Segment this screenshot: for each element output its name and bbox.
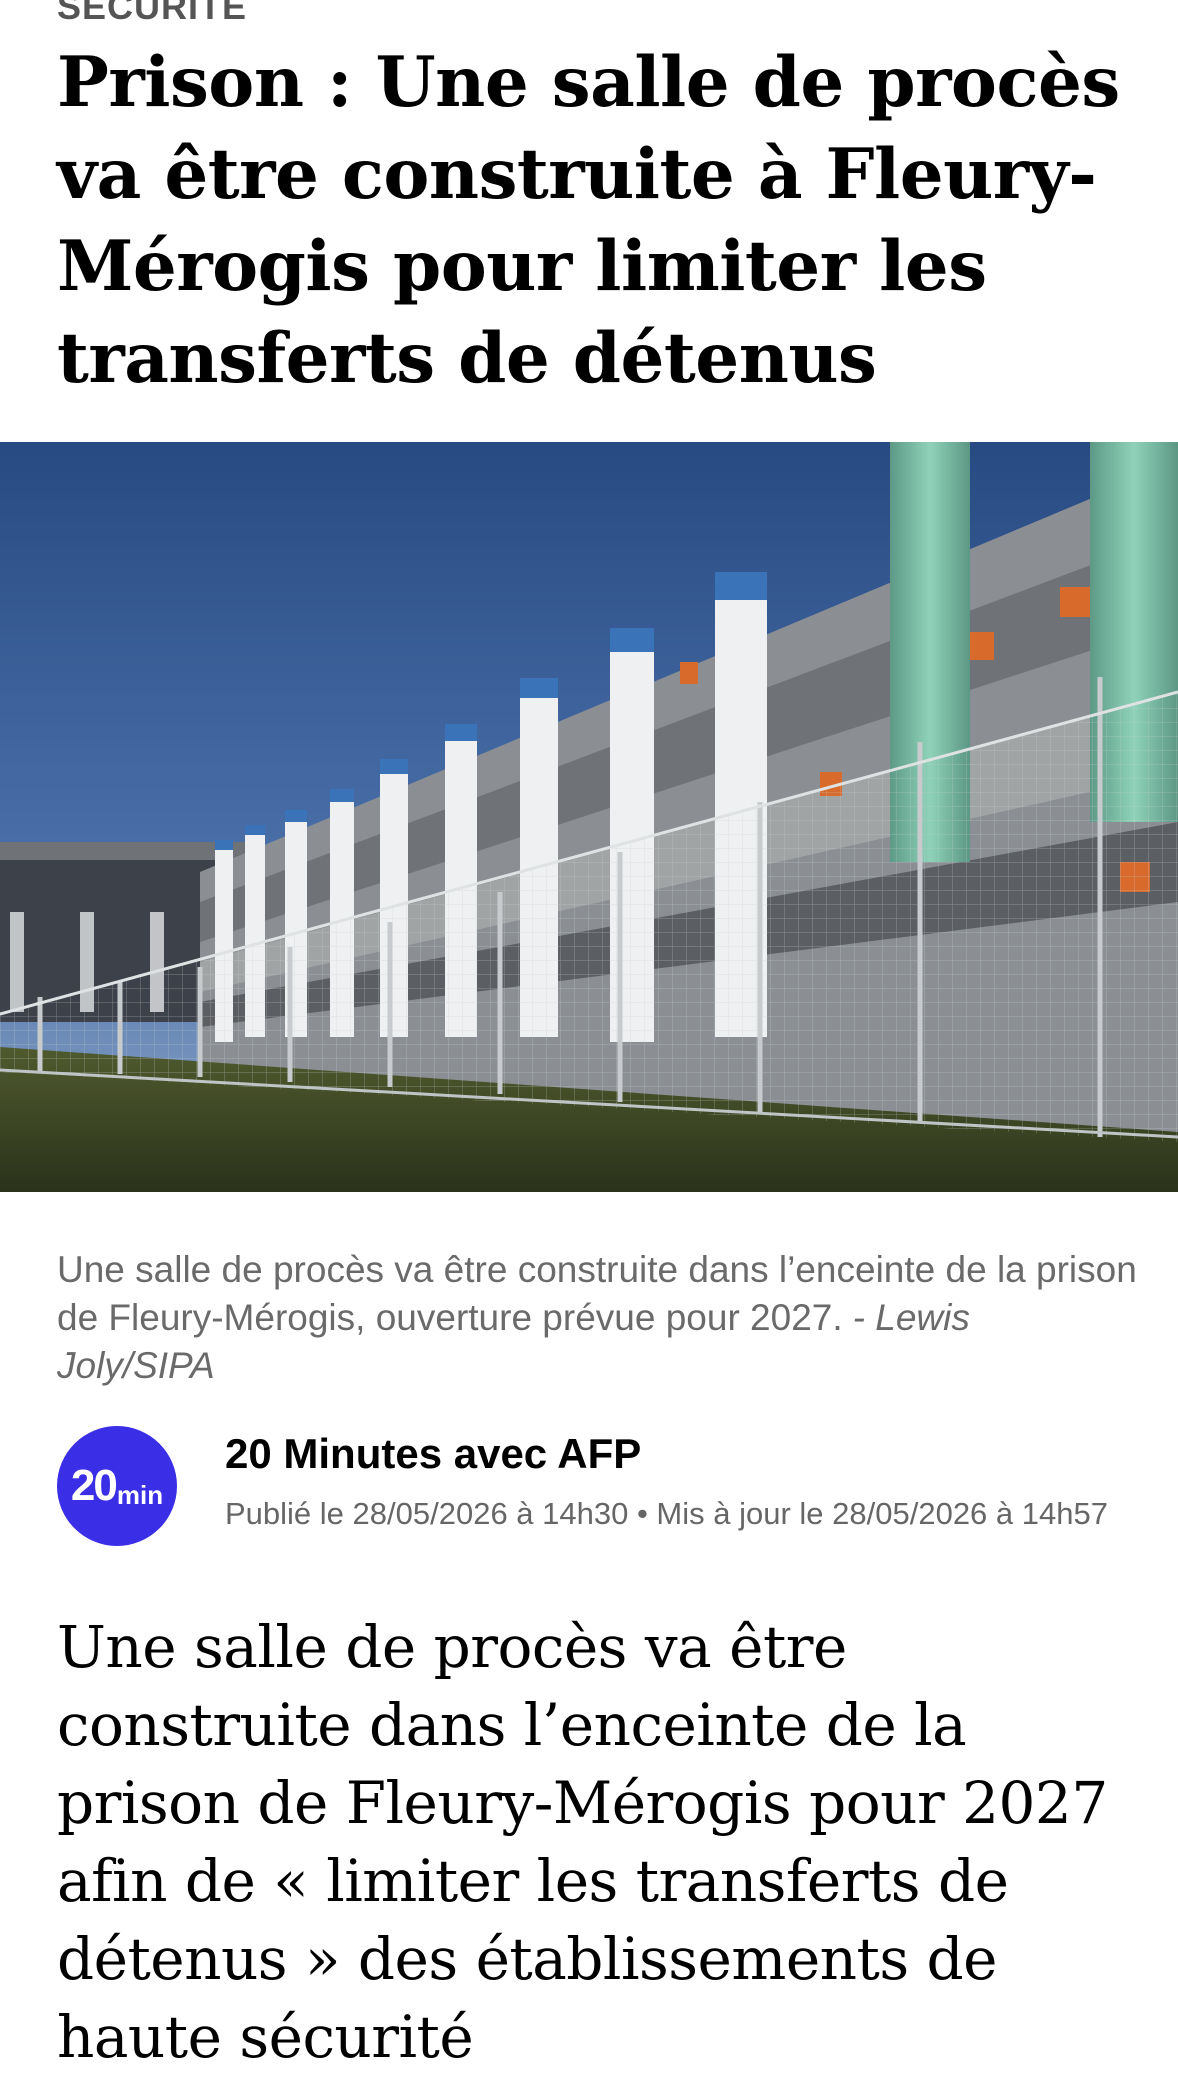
caption-text: Une salle de procès va être construite d…: [57, 1249, 1137, 1338]
author-byline: 20min 20 Minutes avec AFP Publié le 28/0…: [57, 1426, 1137, 1596]
prison-photo: [0, 442, 1178, 1192]
image-caption: Une salle de procès va être construite d…: [57, 1246, 1137, 1390]
article-hero-image[interactable]: [0, 442, 1178, 1192]
publisher-logo-icon[interactable]: 20min: [57, 1426, 177, 1546]
author-name[interactable]: 20 Minutes avec AFP: [225, 1428, 641, 1480]
section-kicker[interactable]: SÉCURITÉ: [57, 0, 247, 28]
logo-text: 20min: [70, 1461, 164, 1510]
article-headline: Prison : Une salle de procès va être con…: [57, 42, 1120, 399]
article-lead: Une salle de procès va être construite d…: [57, 1613, 1108, 2071]
publish-date: Publié le 28/05/2026 à 14h30 • Mis à jou…: [225, 1496, 1108, 1531]
